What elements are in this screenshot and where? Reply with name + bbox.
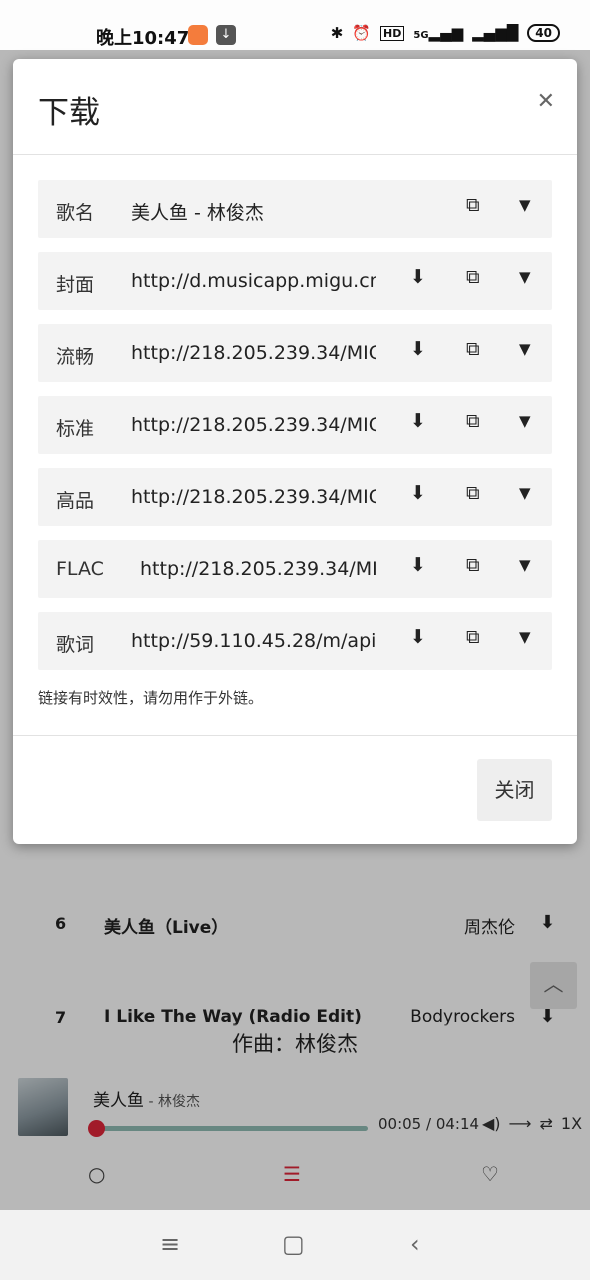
- caret-down-icon[interactable]: ▼: [519, 196, 531, 214]
- status-icons: ✱ ⏰ HD 5G▂▄▆ ▂▄▆█ 40: [331, 24, 560, 42]
- download-icon[interactable]: ⬇: [410, 626, 426, 648]
- row-value: 美人鱼 - 林俊杰: [131, 202, 264, 224]
- download-row-lyrics: 歌词 http://59.110.45.28/m/api/l ⬇ ⧉ ▼: [38, 612, 552, 670]
- menu-icon[interactable]: ≡: [160, 1230, 180, 1258]
- row-label: FLAC: [56, 558, 104, 580]
- download-row-smooth: 流畅 http://218.205.239.34/MIGU ⬇ ⧉ ▼: [38, 324, 552, 382]
- row-label: 封面: [56, 274, 95, 296]
- download-icon[interactable]: ⬇: [410, 482, 426, 504]
- download-row-cover: 封面 http://d.musicapp.migu.cn ⬇ ⧉ ▼: [38, 252, 552, 310]
- divider: [13, 154, 577, 155]
- status-bar: 晚上10:47 ↓ ✱ ⏰ HD 5G▂▄▆ ▂▄▆█ 40: [0, 0, 590, 50]
- caret-down-icon[interactable]: ▼: [519, 556, 531, 574]
- copy-icon[interactable]: ⧉: [466, 266, 480, 288]
- copy-icon[interactable]: ⧉: [466, 626, 480, 648]
- row-value: http://59.110.45.28/m/api/l: [131, 630, 376, 652]
- download-row-flac: FLAC http://218.205.239.34/MIGU ⬇ ⧉ ▼: [38, 540, 552, 598]
- divider: [13, 735, 577, 736]
- caret-down-icon[interactable]: ▼: [519, 340, 531, 358]
- download-icon[interactable]: ⬇: [410, 554, 426, 576]
- row-value: http://d.musicapp.migu.cn: [131, 270, 376, 292]
- close-button[interactable]: 关闭: [477, 759, 552, 821]
- hd-icon: HD: [380, 25, 405, 41]
- close-icon[interactable]: ✕: [537, 89, 555, 114]
- row-label: 歌词: [56, 634, 95, 656]
- system-nav-bar: ≡ ▢ ‹: [0, 1210, 590, 1280]
- download-row-song-name: 歌名 美人鱼 - 林俊杰 ⧉ ▼: [38, 180, 552, 238]
- row-label: 歌名: [56, 202, 95, 224]
- caret-down-icon[interactable]: ▼: [519, 484, 531, 502]
- copy-icon[interactable]: ⧉: [466, 410, 480, 432]
- download-row-high-quality: 高品 http://218.205.239.34/MIGU ⬇ ⧉ ▼: [38, 468, 552, 526]
- row-value: http://218.205.239.34/MIGU: [131, 486, 376, 508]
- back-icon[interactable]: ‹: [410, 1230, 420, 1258]
- link-expiry-note: 链接有时效性，请勿用作于外链。: [38, 689, 264, 707]
- download-icon[interactable]: ⬇: [410, 266, 426, 288]
- signal-icon: ▂▄▆█: [472, 24, 519, 42]
- row-value: http://218.205.239.34/MIGU: [131, 342, 376, 364]
- row-label: 标准: [56, 418, 95, 440]
- caret-down-icon[interactable]: ▼: [519, 412, 531, 430]
- row-label: 流畅: [56, 346, 95, 368]
- download-icon[interactable]: ⬇: [410, 338, 426, 360]
- alarm-icon: ⏰: [352, 24, 372, 42]
- row-label: 高品: [56, 490, 95, 512]
- caret-down-icon[interactable]: ▼: [519, 628, 531, 646]
- copy-icon[interactable]: ⧉: [466, 194, 480, 216]
- status-time: 晚上10:47: [96, 28, 190, 49]
- download-icon[interactable]: ⬇: [410, 410, 426, 432]
- home-icon[interactable]: ▢: [282, 1230, 305, 1258]
- download-dialog: 下载 ✕ 歌名 美人鱼 - 林俊杰 ⧉ ▼ 封面 http://d.musica…: [13, 59, 577, 844]
- row-value: http://218.205.239.34/MIGU: [140, 558, 376, 580]
- download-notification-icon: ↓: [216, 25, 236, 45]
- battery-indicator: 40: [527, 24, 560, 42]
- copy-icon[interactable]: ⧉: [466, 338, 480, 360]
- app-notification-icon: [188, 25, 208, 45]
- caret-down-icon[interactable]: ▼: [519, 268, 531, 286]
- row-value: http://218.205.239.34/MIGU: [131, 414, 376, 436]
- copy-icon[interactable]: ⧉: [466, 554, 480, 576]
- bluetooth-icon: ✱: [330, 24, 344, 42]
- download-row-standard: 标准 http://218.205.239.34/MIGU ⬇ ⧉ ▼: [38, 396, 552, 454]
- dialog-title: 下载: [38, 95, 100, 131]
- signal-5g-icon: 5G▂▄▆: [413, 24, 464, 42]
- copy-icon[interactable]: ⧉: [466, 482, 480, 504]
